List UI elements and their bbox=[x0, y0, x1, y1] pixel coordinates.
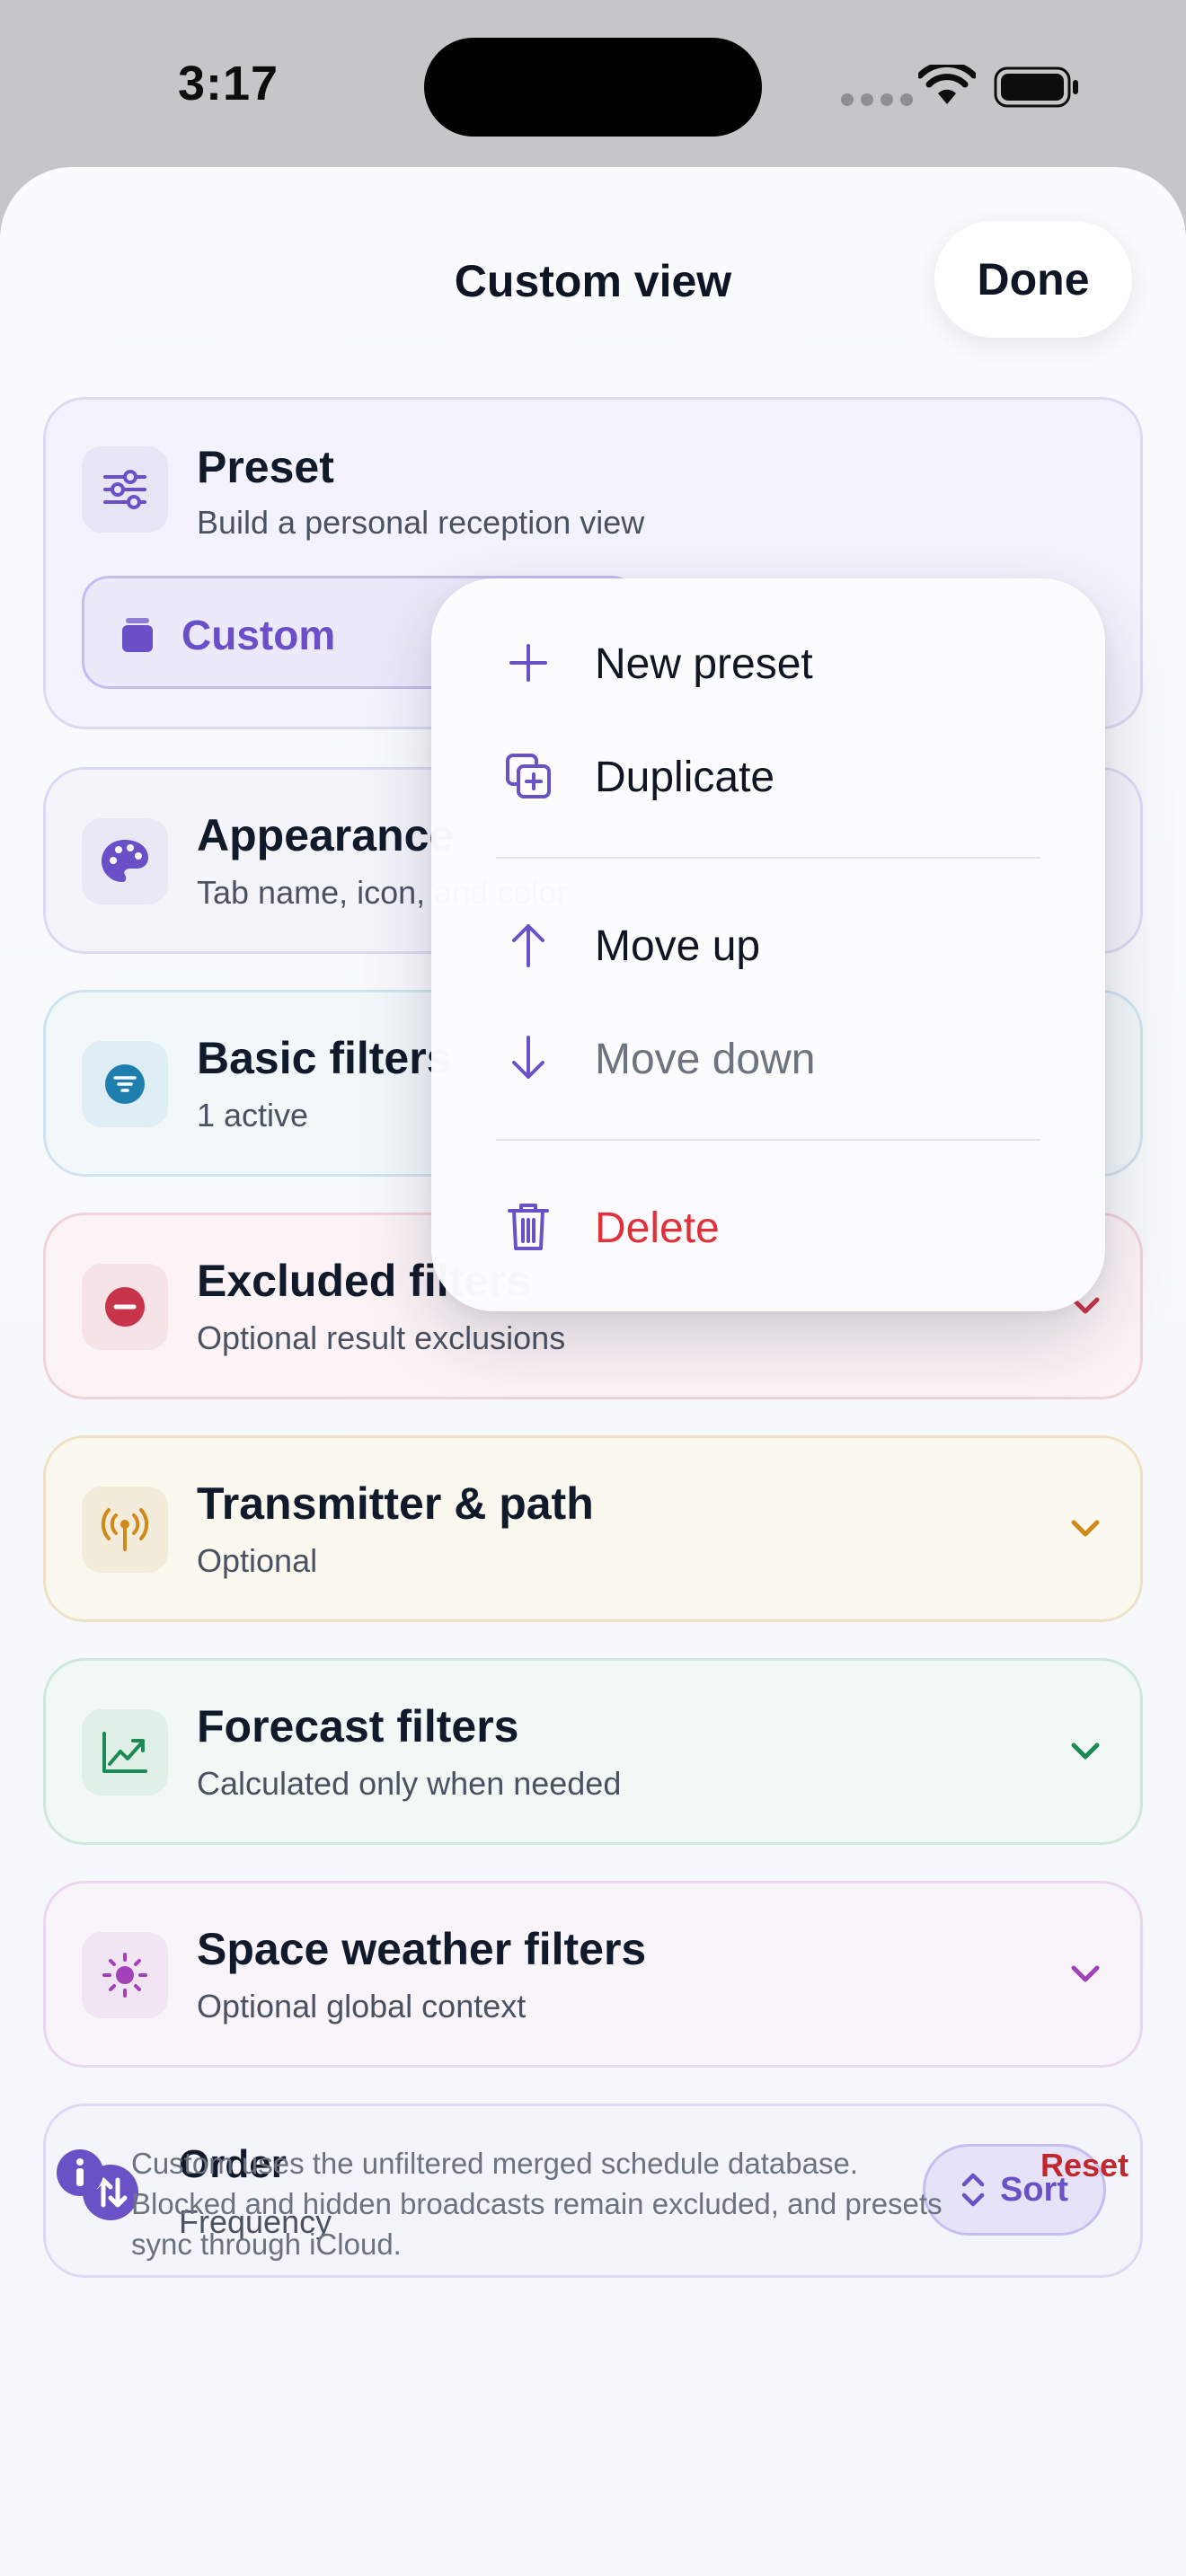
menu-item-label: Move down bbox=[595, 1036, 816, 1083]
wifi-icon bbox=[918, 65, 976, 104]
preset-actions-menu: New preset Duplicate Move up Move down D… bbox=[431, 578, 1105, 1311]
preset-title: Preset bbox=[197, 442, 334, 492]
minus-circle-icon bbox=[105, 1287, 145, 1327]
menu-item-label: Duplicate bbox=[595, 754, 775, 801]
status-bar: 3:17 bbox=[0, 0, 1186, 171]
duplicate-icon bbox=[506, 754, 551, 798]
footer-note: Custom uses the unfiltered merged schedu… bbox=[131, 2147, 943, 2261]
antenna-icon bbox=[101, 1508, 149, 1551]
transmitter-path-card[interactable]: Transmitter & path Optional bbox=[43, 1435, 1143, 1622]
trash-icon bbox=[508, 1204, 549, 1250]
battery-icon bbox=[994, 66, 1078, 108]
menu-item-label: Delete bbox=[595, 1204, 720, 1252]
preset-subtitle: Build a personal reception view bbox=[197, 504, 645, 541]
filter-circle-icon bbox=[105, 1064, 145, 1104]
sun-icon bbox=[102, 1953, 147, 1998]
menu-item-move-down[interactable]: Move down bbox=[431, 1008, 1105, 1107]
transmitter-icon-box bbox=[82, 1486, 168, 1573]
chevron-down-icon bbox=[1071, 1520, 1100, 1537]
space-weather-icon-box bbox=[82, 1932, 168, 2018]
space-weather-title: Space weather filters bbox=[197, 1924, 647, 1974]
sliders-icon bbox=[103, 470, 146, 509]
transmitter-subtitle: Optional bbox=[197, 1542, 318, 1579]
menu-item-duplicate[interactable]: Duplicate bbox=[431, 726, 1105, 825]
info-icon bbox=[57, 2149, 103, 2196]
dynamic-island bbox=[424, 38, 762, 137]
cellular-signal-icon bbox=[841, 93, 913, 106]
excluded-filters-subtitle: Optional result exclusions bbox=[197, 1319, 566, 1356]
space-weather-card[interactable]: Space weather filters Optional global co… bbox=[43, 1881, 1143, 2068]
menu-divider bbox=[496, 857, 1040, 859]
menu-item-label: Move up bbox=[595, 922, 761, 970]
appearance-title: Appearance bbox=[197, 810, 455, 860]
forecast-icon-box bbox=[82, 1709, 168, 1795]
space-weather-subtitle: Optional global context bbox=[197, 1988, 527, 2025]
chevron-down-icon bbox=[1071, 1965, 1100, 1982]
reset-button[interactable]: Reset bbox=[1040, 2147, 1128, 2184]
menu-item-new-preset[interactable]: New preset bbox=[431, 613, 1105, 711]
basic-filters-subtitle: 1 active bbox=[197, 1097, 309, 1134]
done-button[interactable]: Done bbox=[934, 221, 1132, 338]
basic-filters-title: Basic filters bbox=[197, 1033, 452, 1083]
chart-trend-icon bbox=[102, 1732, 147, 1773]
transmitter-title: Transmitter & path bbox=[197, 1478, 594, 1529]
forecast-filters-card[interactable]: Forecast filters Calculated only when ne… bbox=[43, 1658, 1143, 1845]
chevron-down-icon bbox=[1071, 1742, 1100, 1760]
arrow-down-icon bbox=[512, 1036, 544, 1079]
forecast-title: Forecast filters bbox=[197, 1701, 519, 1751]
appearance-icon-box bbox=[82, 818, 168, 904]
chevron-up-down-icon bbox=[961, 2173, 985, 2207]
basic-filters-icon-box bbox=[82, 1041, 168, 1127]
menu-item-move-up[interactable]: Move up bbox=[431, 895, 1105, 993]
preset-icon-box bbox=[82, 446, 168, 533]
status-time: 3:17 bbox=[178, 57, 279, 110]
stack-icon bbox=[122, 618, 153, 652]
palette-icon bbox=[102, 840, 148, 882]
forecast-subtitle: Calculated only when needed bbox=[197, 1765, 622, 1802]
excluded-filters-icon-box bbox=[82, 1264, 168, 1350]
plus-icon bbox=[509, 644, 547, 682]
arrow-up-icon bbox=[512, 924, 544, 967]
menu-item-delete[interactable]: Delete bbox=[431, 1177, 1105, 1275]
menu-divider bbox=[496, 1139, 1040, 1141]
menu-item-label: New preset bbox=[595, 640, 813, 688]
preset-selected-label: Custom bbox=[181, 612, 336, 658]
